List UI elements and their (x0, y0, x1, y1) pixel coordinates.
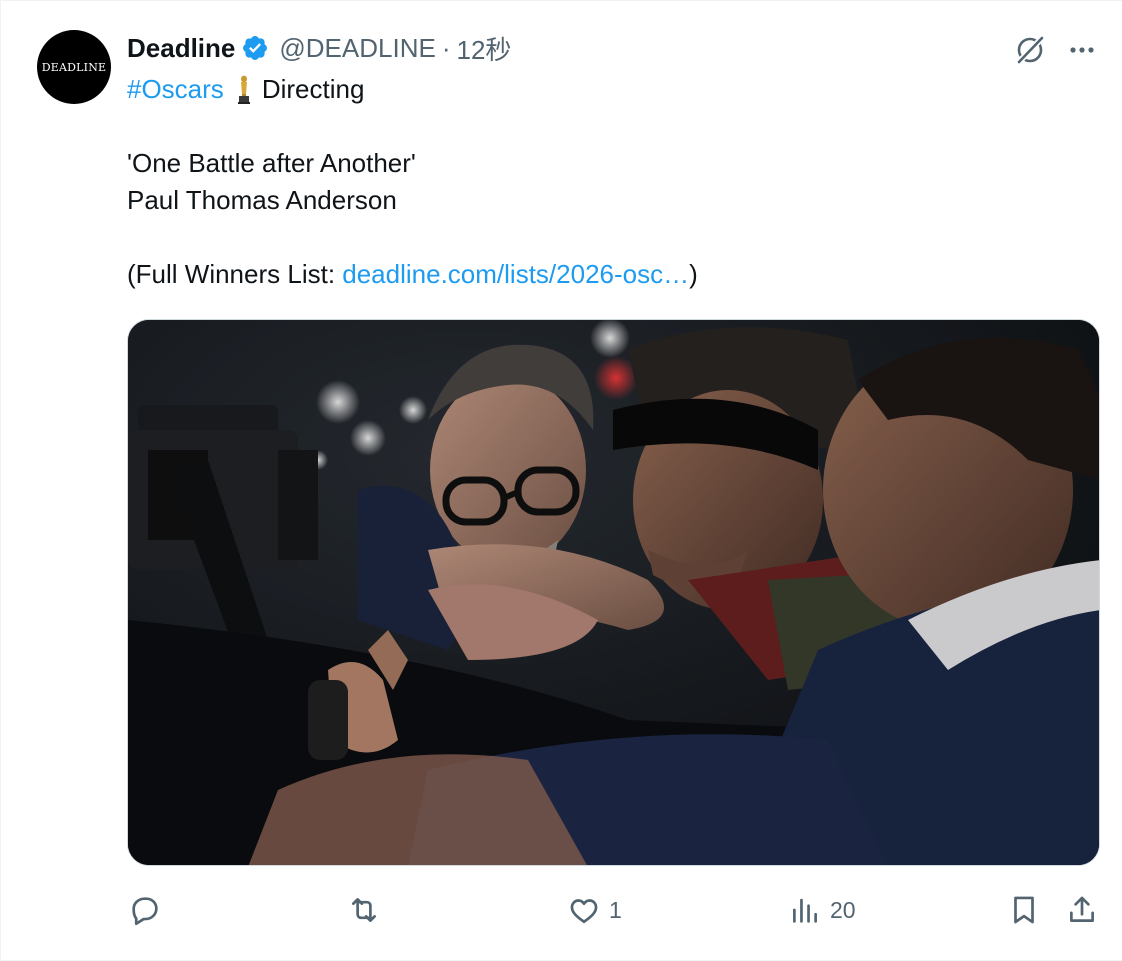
heart-icon (570, 899, 598, 924)
retweet-icon (352, 898, 376, 922)
like-button[interactable]: 1 (567, 885, 622, 935)
avatar[interactable]: DEADLINE (37, 30, 111, 104)
hashtag-link[interactable]: #Oscars (127, 74, 224, 104)
reply-icon (132, 897, 158, 926)
share-icon (1070, 896, 1094, 922)
avatar-logo-text: DEADLINE (41, 60, 107, 74)
handle[interactable]: @DEADLINE (279, 33, 435, 64)
tweet-header: Deadline @DEADLINE · 12秒 (127, 31, 511, 65)
more-dots-icon (1070, 47, 1094, 53)
views-icon (793, 898, 817, 923)
separator-dot: · (441, 32, 451, 63)
grok-icon (1016, 35, 1045, 65)
timestamp[interactable]: 12秒 (456, 30, 511, 67)
bookmark-button[interactable] (1007, 885, 1041, 935)
grok-button[interactable] (1011, 31, 1049, 69)
verified-badge-icon[interactable] (241, 34, 269, 62)
list-suffix: ) (689, 259, 698, 289)
tweet-text: #Oscars Directing 'One Battle after Anot… (127, 71, 1087, 293)
share-button[interactable] (1065, 885, 1099, 935)
like-count: 1 (609, 896, 622, 923)
winners-list-line: (Full Winners List: deadline.com/lists/2… (127, 256, 1087, 293)
retweet-button[interactable] (347, 885, 389, 935)
action-bar: 1 20 (1, 885, 1122, 935)
category-text: Directing (261, 74, 365, 104)
tweet-card[interactable]: DEADLINE Deadline @DEADLINE · 12秒 #Oscar… (0, 0, 1122, 961)
more-button[interactable] (1063, 31, 1101, 69)
film-still-illustration (128, 320, 1099, 865)
tweet-media-image[interactable] (127, 319, 1100, 866)
headline-line: #Oscars Directing (127, 71, 1087, 108)
winners-list-link[interactable]: deadline.com/lists/2026-osc… (342, 259, 689, 289)
views-button[interactable]: 20 (788, 885, 856, 935)
views-count: 20 (830, 896, 856, 923)
trophy-icon (237, 75, 250, 104)
display-name[interactable]: Deadline (127, 33, 235, 64)
list-prefix: (Full Winners List: (127, 259, 343, 289)
bookmark-icon (1014, 896, 1034, 924)
winner-name: Paul Thomas Anderson (127, 185, 397, 215)
film-title: 'One Battle after Another' (127, 148, 416, 178)
reply-button[interactable] (128, 885, 170, 935)
